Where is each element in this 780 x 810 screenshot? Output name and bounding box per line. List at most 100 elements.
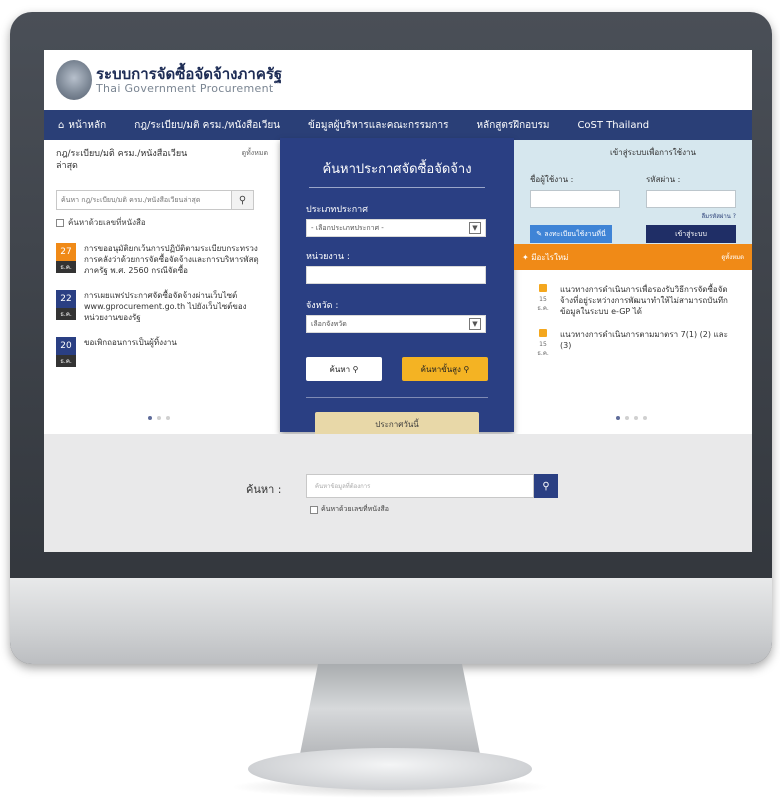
login-fields <box>530 190 736 208</box>
document-icon <box>539 284 547 292</box>
username-field[interactable] <box>530 190 620 208</box>
date-text: 15 ธ.ค. <box>537 341 549 357</box>
content-row: กฎ/ระเบียบ/มติ ครม./หนังสือเวียนล่าสุด ด… <box>44 138 752 436</box>
news-text[interactable]: แนวทางการดำเนินการตามมาตรา 7(1) (2) และ … <box>560 329 736 358</box>
site-subtitle: Thai Government Procurement <box>96 82 274 95</box>
carousel-dots <box>616 416 647 420</box>
news-text[interactable]: ขอเพิกถอนการเป็นผู้ทิ้งงาน <box>84 337 260 367</box>
button-label: ลงทะเบียนใช้งานที่นี่ <box>544 229 606 238</box>
divider <box>306 397 488 398</box>
date-badge: 27 ธ.ค. <box>56 243 76 276</box>
regulations-more-link[interactable]: ดูทั้งหมด <box>242 148 268 172</box>
edit-icon: ✎ <box>536 230 545 238</box>
home-icon: ⌂ <box>58 119 65 131</box>
login-labels: ชื่อผู้ใช้งาน : รหัสผ่าน : <box>530 173 736 186</box>
regulations-heading: กฎ/ระเบียบ/มติ ครม./หนังสือเวียนล่าสุด <box>56 149 188 171</box>
list-item[interactable]: 27 ธ.ค. การขออนุมัติยกเว้นการปฏิบัติตามร… <box>56 243 268 276</box>
carousel-dot[interactable] <box>148 416 152 420</box>
date-day: 27 <box>56 243 76 261</box>
whats-new-title: ✦ มีอะไรใหม่ <box>522 251 568 264</box>
monitor-stand-base <box>248 748 532 790</box>
checkbox-label: ค้นหาด้วยเลขที่หนังสือ <box>68 218 146 227</box>
date-day: 22 <box>56 290 76 308</box>
main-nav: ⌂ หน้าหลัก กฎ/ระเบียบ/มติ ครม./หนังสือเว… <box>44 110 752 140</box>
search-icon[interactable]: ⚲ <box>232 190 254 210</box>
search-icon[interactable]: ⚲ <box>534 474 558 498</box>
checkbox-label: ค้นหาด้วยเลขที่หนังสือ <box>321 505 389 513</box>
whats-new-bar: ✦ มีอะไรใหม่ ดูทั้งหมด <box>514 244 752 270</box>
carousel-dots <box>148 416 170 420</box>
agency-input[interactable] <box>306 266 486 284</box>
list-item[interactable]: 15 ธ.ค. แนวทางการดำเนินการตามมาตรา 7(1) … <box>536 329 744 358</box>
news-text[interactable]: การขออนุมัติยกเว้นการปฏิบัติตามระเบียบกร… <box>84 243 260 276</box>
megaphone-icon: ✦ <box>522 252 532 262</box>
chevron-down-icon[interactable]: ▼ <box>469 222 481 234</box>
procurement-search-panel: ค้นหาประกาศจัดซื้อจัดจ้าง ประเภทประกาศ -… <box>280 138 514 436</box>
title-divider <box>309 187 485 188</box>
search-panel-title: ค้นหาประกาศจัดซื้อจัดจ้าง <box>322 162 472 177</box>
news-date: 15 ธ.ค. <box>536 329 550 358</box>
news-text[interactable]: แนวทางการดำเนินการเพื่อรองรับวิธีการจัดซ… <box>560 284 736 317</box>
global-search-input[interactable]: ค้นหาข้อมูลที่ต้องการ <box>306 474 534 498</box>
announcement-type-select[interactable]: - เลือกประเภทประกาศ - ▼ <box>306 219 486 237</box>
nav-item-regulations[interactable]: กฎ/ระเบียบ/มติ ครม./หนังสือเวียน <box>120 118 294 133</box>
date-badge: 20 ธ.ค. <box>56 337 76 367</box>
nav-item-label: หน้าหลัก <box>68 119 107 131</box>
type-label: ประเภทประกาศ <box>306 205 368 215</box>
button-label: ค้นหาขั้นสูง <box>420 364 461 374</box>
regulations-header: กฎ/ระเบียบ/มติ ครม./หนังสือเวียนล่าสุด ด… <box>56 148 268 172</box>
carousel-dot[interactable] <box>616 416 620 420</box>
regulations-news-list: 27 ธ.ค. การขออนุมัติยกเว้นการปฏิบัติตามร… <box>56 243 268 367</box>
nav-item-cost-thailand[interactable]: CoST Thailand <box>563 120 663 131</box>
province-label: จังหวัด : <box>306 301 339 311</box>
list-item[interactable]: 15 ธ.ค. แนวทางการดำเนินการเพื่อรองรับวิธ… <box>536 284 744 317</box>
regulations-number-checkbox[interactable]: ค้นหาด้วยเลขที่หนังสือ <box>56 216 268 229</box>
monitor-chin <box>10 578 772 664</box>
news-date: 15 ธ.ค. <box>536 284 550 317</box>
carousel-dot[interactable] <box>634 416 638 420</box>
list-item[interactable]: 22 ธ.ค. การเผยแพร่ประกาศจัดซื้อจัดจ้างผ่… <box>56 290 268 323</box>
global-search-label: ค้นหา : <box>246 483 282 496</box>
regulations-search-input[interactable] <box>56 190 232 210</box>
password-field[interactable] <box>646 190 736 208</box>
regulations-search: ⚲ <box>56 190 268 210</box>
select-value: - เลือกประเภทประกาศ - <box>311 223 384 232</box>
carousel-dot[interactable] <box>166 416 170 420</box>
carousel-dot[interactable] <box>157 416 161 420</box>
checkbox-icon[interactable] <box>56 218 64 227</box>
nav-item-training[interactable]: หลักสูตรฝึกอบรม <box>462 118 563 133</box>
password-label: รหัสผ่าน : <box>646 175 681 184</box>
date-month: ธ.ค. <box>56 261 76 273</box>
province-select[interactable]: เลือกจังหวัด ▼ <box>306 315 486 333</box>
search-button[interactable]: ค้นหา ⚲ <box>306 357 382 381</box>
monitor-mockup: ระบบการจัดซื้อจัดจ้างภาครัฐ Thai Governm… <box>0 0 780 810</box>
nav-item-home[interactable]: ⌂ หน้าหลัก <box>44 118 120 133</box>
search-buttons: ค้นหา ⚲ ค้นหาขั้นสูง ⚲ <box>306 357 488 381</box>
whats-new-list: 15 ธ.ค. แนวทางการดำเนินการเพื่อรองรับวิธ… <box>514 270 752 358</box>
global-search-area: ค้นหา : ค้นหาข้อมูลที่ต้องการ ⚲ ค้นหาด้ว… <box>44 434 752 552</box>
list-item[interactable]: 20 ธ.ค. ขอเพิกถอนการเป็นผู้ทิ้งงาน <box>56 337 268 367</box>
search-icon: ⚲ <box>352 364 359 374</box>
login-button[interactable]: เข้าสู่ระบบ <box>646 225 736 243</box>
checkbox-icon[interactable] <box>310 505 318 514</box>
government-emblem-icon[interactable] <box>56 60 92 100</box>
login-title: เข้าสู่ระบบเพื่อการใช้งาน <box>610 148 696 157</box>
nav-item-executives[interactable]: ข้อมูลผู้บริหารและคณะกรรมการ <box>294 118 462 133</box>
right-panel: เข้าสู่ระบบเพื่อการใช้งาน ชื่อผู้ใช้งาน … <box>514 140 752 434</box>
select-value: เลือกจังหวัด <box>311 319 347 328</box>
date-month: ธ.ค. <box>56 355 76 367</box>
whats-new-more-link[interactable]: ดูทั้งหมด <box>721 252 744 262</box>
site-header: ระบบการจัดซื้อจัดจ้างภาครัฐ Thai Governm… <box>44 50 752 110</box>
register-button[interactable]: ✎ ลงทะเบียนใช้งานที่นี่ <box>530 225 612 243</box>
today-announcement-button[interactable]: ประกาศวันนี้ <box>315 412 479 436</box>
carousel-dot[interactable] <box>625 416 629 420</box>
forgot-password-link[interactable]: ลืมรหัสผ่าน ? <box>530 211 736 221</box>
news-text[interactable]: การเผยแพร่ประกาศจัดซื้อจัดจ้างผ่านเว็บไซ… <box>84 290 260 323</box>
advanced-search-button[interactable]: ค้นหาขั้นสูง ⚲ <box>402 357 488 381</box>
global-search-number-checkbox[interactable]: ค้นหาด้วยเลขที่หนังสือ <box>310 504 389 515</box>
document-icon <box>539 329 547 337</box>
carousel-dot[interactable] <box>643 416 647 420</box>
agency-label: หน่วยงาน : <box>306 252 350 262</box>
login-box: เข้าสู่ระบบเพื่อการใช้งาน ชื่อผู้ใช้งาน … <box>514 140 752 244</box>
chevron-down-icon[interactable]: ▼ <box>469 318 481 330</box>
